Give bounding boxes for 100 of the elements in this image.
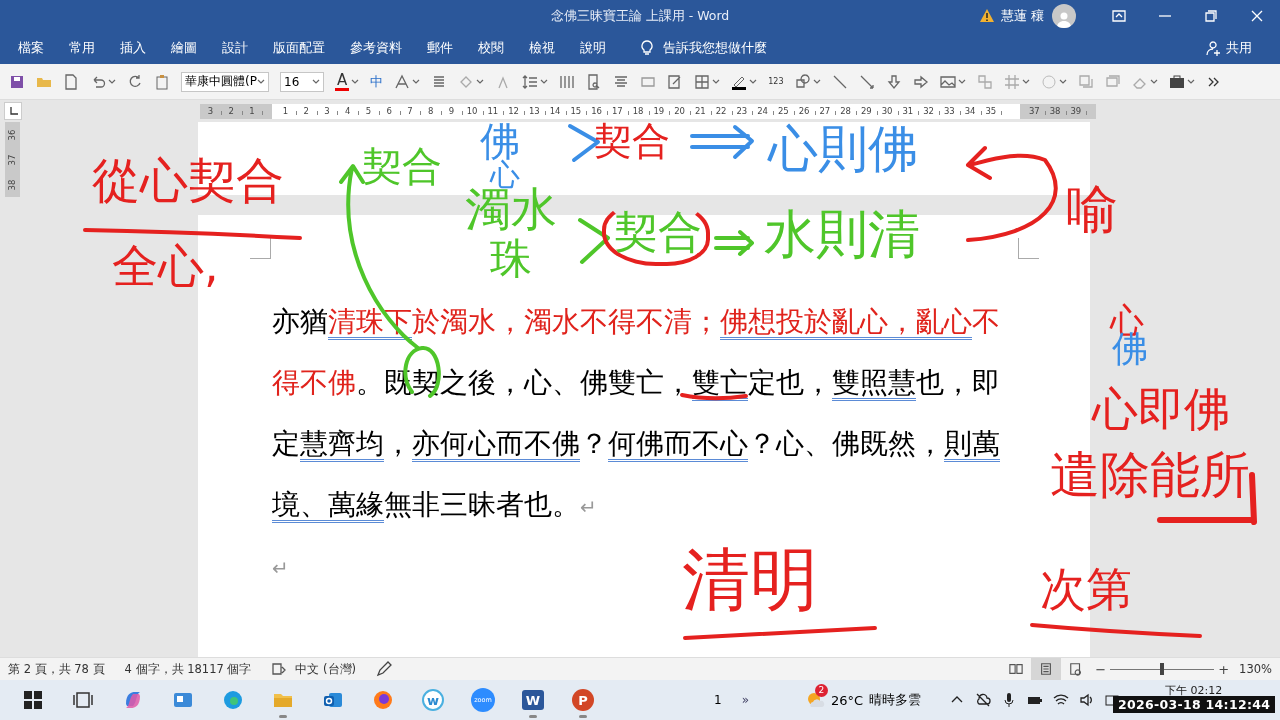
caret-icon[interactable] — [476, 78, 485, 85]
clipboard-icon[interactable] — [154, 73, 170, 90]
page-icon — [1039, 662, 1054, 676]
w-app-icon[interactable]: w — [422, 689, 444, 711]
tab-selector[interactable] — [4, 102, 22, 120]
print-layout-button[interactable] — [1031, 658, 1062, 680]
ribbon-display-icon — [1111, 8, 1127, 24]
user-name: 慧蓮 穰 — [1001, 7, 1044, 25]
zoom-in-button[interactable]: + — [1214, 661, 1234, 677]
menu-tab[interactable]: 版面配置 — [273, 35, 325, 61]
handwritten-note: 全心, — [112, 243, 219, 289]
handwritten-note: 珠 — [490, 238, 532, 280]
mail-icon[interactable] — [323, 690, 343, 710]
font-field[interactable]: 華康中圓體(P — [181, 71, 269, 92]
task-view-icon[interactable] — [73, 690, 93, 710]
minimize-icon — [1159, 15, 1171, 17]
cloud-off-icon[interactable] — [975, 692, 992, 708]
caret-icon[interactable] — [712, 78, 721, 85]
page-count[interactable]: 第 2 頁，共 78 頁 — [8, 661, 105, 677]
caret-icon[interactable] — [1149, 78, 1158, 85]
temperature[interactable]: 26°C — [831, 692, 864, 708]
diagonal-line-icon[interactable] — [858, 73, 875, 90]
zoom-out-button[interactable]: − — [1091, 661, 1111, 677]
powerpoint-app-icon[interactable]: P — [572, 689, 594, 711]
text-effects-icon[interactable] — [394, 73, 411, 90]
menu-tab[interactable]: 說明 — [580, 35, 606, 61]
windows-icon[interactable] — [23, 690, 43, 710]
proofing-icon[interactable] — [271, 661, 288, 677]
caret-icon[interactable] — [812, 78, 821, 85]
crop-mark — [1018, 238, 1039, 259]
copilot-icon[interactable] — [123, 690, 143, 710]
handwritten-note: 契合 — [594, 122, 670, 160]
menu-tab[interactable]: 檢視 — [529, 35, 555, 61]
caret-icon[interactable] — [312, 78, 320, 85]
vertical-ruler: 36 37 38 — [5, 122, 20, 197]
warning-icon — [979, 8, 995, 24]
columns-icon[interactable] — [559, 73, 576, 90]
caret-icon[interactable] — [412, 78, 421, 85]
word-count[interactable]: 4 個字，共 18117 個字 — [124, 661, 252, 677]
two-pages-icon — [1009, 662, 1024, 676]
lightbulb-icon — [639, 40, 655, 56]
align-icon[interactable] — [613, 73, 630, 90]
new-document-icon[interactable] — [63, 73, 79, 90]
handwritten-note: 心 — [490, 160, 520, 190]
fox-globe-icon[interactable] — [373, 690, 393, 710]
redo-icon[interactable] — [127, 73, 143, 90]
tab-stop-icon — [7, 105, 19, 117]
table-icon[interactable] — [694, 73, 711, 90]
caret-icon[interactable] — [1058, 78, 1067, 85]
caret-icon[interactable] — [749, 78, 758, 85]
font-size-field[interactable]: 16 — [280, 71, 324, 92]
share-button[interactable]: 共用 — [1200, 38, 1258, 58]
caret-icon[interactable] — [957, 78, 966, 85]
zoom-percent[interactable]: 130% — [1239, 662, 1272, 676]
clock-time[interactable]: 下午 02:12 — [1165, 683, 1223, 698]
handwritten-note: 從心契合 — [92, 156, 284, 204]
menu-tab[interactable]: 繪圖 — [171, 35, 197, 61]
handwritten-note: 佛 — [480, 121, 520, 161]
shapes-icon[interactable] — [794, 73, 811, 90]
arrow-right-icon[interactable] — [912, 73, 929, 90]
avatar-icon[interactable] — [1052, 4, 1076, 28]
handwritten-note: 心即佛 — [1092, 386, 1230, 432]
arrow-down-icon[interactable] — [885, 73, 902, 90]
word-app-icon[interactable]: W — [522, 690, 544, 710]
font-color-button[interactable]: A — [335, 72, 350, 91]
handwritten-note: 次第 — [1040, 566, 1132, 612]
menu-tab[interactable]: 檔案 — [18, 35, 44, 61]
tell-me-search[interactable]: 告訴我您想做什麼 — [663, 39, 767, 57]
widget-icon[interactable] — [173, 690, 193, 710]
caret-icon[interactable] — [1186, 78, 1195, 85]
briefcase-icon[interactable] — [1168, 73, 1185, 90]
caret-icon[interactable] — [1021, 78, 1030, 85]
language-label[interactable]: 中文 (台灣) — [295, 661, 357, 677]
line-spacing-icon[interactable] — [522, 73, 539, 90]
caret-icon[interactable] — [257, 78, 265, 85]
caret-icon[interactable] — [351, 78, 360, 85]
menu-tab[interactable]: 插入 — [120, 35, 146, 61]
menu-tab[interactable]: 郵件 — [427, 35, 453, 61]
more-chevron[interactable]: » — [741, 693, 749, 707]
caret-icon[interactable] — [108, 78, 116, 85]
save-icon[interactable] — [9, 73, 25, 90]
menu-tab[interactable]: 校閱 — [478, 35, 504, 61]
phonetic-guide-button[interactable]: 中 — [370, 75, 384, 88]
menu-tab[interactable]: 設計 — [222, 35, 248, 61]
edge-icon[interactable] — [223, 690, 243, 710]
restore-icon — [1203, 8, 1219, 24]
handwritten-note: 喻 — [1066, 183, 1118, 235]
menu-tab[interactable]: 常用 — [69, 35, 95, 61]
zoom-slider-thumb[interactable] — [1160, 663, 1165, 675]
handwritten-note: 清明 — [682, 546, 818, 614]
line-icon[interactable] — [831, 73, 848, 90]
weather-condition[interactable]: 晴時多雲 — [869, 691, 922, 709]
page-indicator: 1 — [714, 693, 722, 707]
close-icon — [1249, 8, 1265, 24]
caret-icon[interactable] — [540, 78, 549, 85]
window-title: 念佛三昧寶王論 上課用 - Word — [550, 7, 730, 25]
picture-icon[interactable] — [939, 73, 956, 90]
menu-tab[interactable]: 參考資料 — [350, 35, 402, 61]
recording-timestamp: 2026-03-18 14:12:44 — [1113, 696, 1276, 713]
number-format-button[interactable]: 123 — [768, 77, 784, 86]
